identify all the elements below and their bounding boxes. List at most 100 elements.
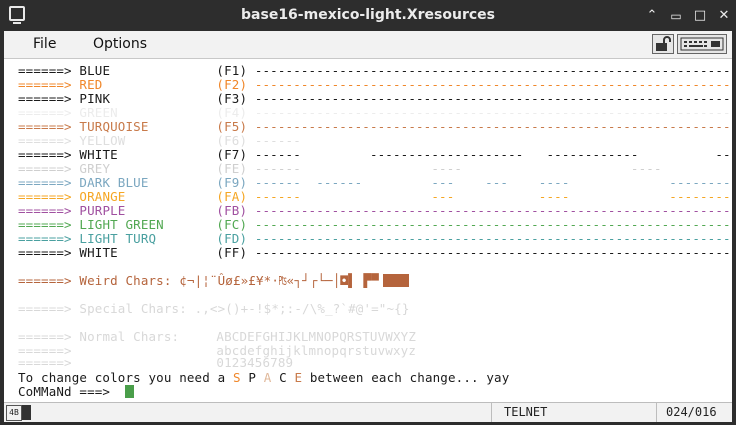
color-row-arrow: ======> — [18, 147, 72, 162]
text-cursor — [125, 385, 135, 398]
color-row-red: ======> RED (F2) ------------------------… — [18, 78, 732, 92]
color-row-arrow: ======> — [18, 77, 72, 92]
hint-prefix: To change colors you need a — [18, 370, 226, 385]
color-row-arrow: ======> — [18, 63, 72, 78]
normal-chars-arrow: ======> — [18, 355, 72, 370]
color-row-name: DARK BLUE — [79, 175, 149, 190]
color-row-dashes: ----------------------------------------… — [254, 217, 732, 232]
window-title: base16-mexico-light.Xresources — [241, 7, 495, 23]
color-row-dark-blue: ======> DARK BLUE (F9) ------ ------ --- … — [18, 176, 732, 190]
color-row-dashes: ------ ------ --- --- ---- ------------ — [254, 175, 732, 190]
color-row-code: (FB) — [216, 203, 248, 218]
color-row-dashes: ----------------------------------------… — [254, 203, 732, 218]
color-row-code: (F7) — [216, 147, 248, 162]
color-row-code: (F3) — [216, 91, 248, 106]
color-row-dashes: ----------------------------------------… — [254, 77, 732, 92]
color-row-white: ======> WHITE (F7) ------ ---------------… — [18, 148, 732, 162]
hint-letter-s: S — [232, 370, 241, 385]
weird-chars-block — [382, 274, 409, 287]
hint-letter-c: C — [279, 370, 287, 385]
color-row-arrow: ======> — [18, 161, 72, 176]
restore-icon[interactable]: ▭ — [668, 8, 684, 24]
color-row-purple: ======> PURPLE (FB) ---------------------… — [18, 204, 732, 218]
terminal-screen[interactable]: ======> BLUE (F1) -----------------------… — [4, 59, 732, 402]
color-row-arrow: ======> — [18, 175, 72, 190]
color-row-name: LIGHT GREEN — [79, 217, 164, 232]
color-row-code: (FC) — [216, 217, 248, 232]
color-row-green: ======> GREEN (F4) ----------------------… — [18, 106, 732, 120]
special-chars-row: ======> Special Chars: .,<>()+-!$*;:-/\%… — [18, 302, 410, 316]
special-chars-text: .,<>()+-!$*;:-/\%_?`#@'="~{} — [194, 301, 410, 316]
hint-letter-a: A — [263, 370, 272, 385]
color-row-white-ff: ======> WHITE (FF) ----------------------… — [18, 246, 732, 260]
normal-chars-arrow: ======> — [18, 329, 72, 344]
menu-options[interactable]: Options — [93, 36, 147, 52]
color-row-code: (FA) — [216, 189, 248, 204]
status-divider — [656, 403, 657, 422]
color-row-code: (FF) — [216, 245, 248, 260]
color-row-dashes: ----------------------------------------… — [254, 105, 732, 120]
color-row-code: (F9) — [216, 175, 248, 190]
color-row-blue: ======> BLUE (F1) -----------------------… — [18, 64, 732, 78]
special-chars-arrow: ======> — [18, 301, 72, 316]
color-row-arrow: ======> — [18, 105, 72, 120]
command-line[interactable]: CoMMaNd ===> — [18, 385, 135, 399]
lock-icon[interactable] — [652, 34, 674, 54]
color-row-light-turq: ======> LIGHT TURQ (FD) -----------------… — [18, 232, 732, 246]
color-row-code: (FD) — [216, 231, 248, 246]
color-row-name: GREEN — [79, 105, 118, 120]
color-row-code: (FE) — [216, 161, 248, 176]
color-row-arrow: ======> — [18, 133, 72, 148]
normal-chars-digits: 0123456789 — [216, 355, 294, 370]
normal-chars-row: ======> Normal Chars: ABCDEFGHIJKLMNOPQRS… — [18, 330, 416, 344]
color-row-dashes: ----------------------------------------… — [254, 245, 732, 260]
color-row-name: PINK — [79, 91, 111, 106]
color-row-arrow: ======> — [18, 231, 72, 246]
weird-chars-text: ¢¬|¦¨Ûø£»£¥*·₧«┐┘┌└─│◘▌ ▛▀ — [179, 273, 379, 288]
color-row-light-green: ======> LIGHT GREEN (FC) ----------------… — [18, 218, 732, 232]
status-position: 024/016 — [666, 405, 717, 419]
color-row-code: (F1) — [216, 63, 248, 78]
color-row-arrow: ======> — [18, 245, 72, 260]
color-row-name: TURQUOISE — [79, 119, 149, 134]
normal-chars-digits-row: ======> 0123456789 — [18, 356, 293, 370]
color-row-name: WHITE — [79, 147, 118, 162]
hint-suffix: between each change... yay — [309, 370, 510, 385]
color-row-pink: ======> PINK (F3) -----------------------… — [18, 92, 732, 106]
color-row-name: BLUE — [79, 63, 111, 78]
color-row-dashes: ----------------------------------------… — [254, 63, 732, 78]
title-bar[interactable]: base16-mexico-light.Xresources ⌃ ▭ □ ✕ — [0, 0, 736, 31]
special-chars-label: Special Chars: — [79, 301, 187, 316]
normal-chars-label: Normal Chars: — [79, 329, 180, 344]
color-row-arrow: ======> — [18, 189, 72, 204]
color-row-orange: ======> ORANGE (FA) ------ --- ---- -----… — [18, 190, 732, 204]
color-row-dashes: ------ -------------------- ------------… — [254, 147, 732, 162]
color-row-code: (F6) — [216, 133, 248, 148]
application-window: base16-mexico-light.Xresources ⌃ ▭ □ ✕ F… — [0, 0, 736, 425]
color-row-arrow: ======> — [18, 203, 72, 218]
color-row-name: RED — [79, 77, 103, 92]
keyboard-icon[interactable] — [677, 34, 727, 54]
close-icon[interactable]: ✕ — [716, 8, 732, 24]
status-cursor-block — [22, 405, 31, 420]
maximize-icon[interactable]: □ — [692, 8, 708, 24]
color-row-dashes: ----------------------------------------… — [254, 91, 732, 106]
weird-chars-arrow: ======> — [18, 273, 72, 288]
color-row-arrow: ======> — [18, 119, 72, 134]
color-row-dashes: ----------------------------------------… — [254, 119, 732, 134]
color-row-grey: ======> GREY (FE) ------ ---- ---- ------… — [18, 162, 732, 176]
minimize-icon[interactable]: ⌃ — [644, 8, 660, 24]
menu-bar: File Options — [4, 31, 732, 59]
normal-chars-upper: ABCDEFGHIJKLMNOPQRSTUVWXYZ — [216, 329, 416, 344]
color-row-yellow: ======> YELLOW (F6) ------ --- — [18, 134, 732, 148]
keyboard-state-icon: 4B — [6, 405, 22, 421]
hint-letter-e: E — [294, 370, 303, 385]
color-row-code: (F2) — [216, 77, 248, 92]
status-bar: 4B TELNET 024/016 — [4, 402, 732, 422]
menu-file[interactable]: File — [33, 36, 56, 52]
color-row-turquoise: ======> TURQUOISE (F5) ------------------… — [18, 120, 732, 134]
color-row-name: ORANGE — [79, 189, 126, 204]
weird-chars-label: Weird Chars: — [79, 273, 172, 288]
hint-line: To change colors you need a S P A C E be… — [18, 371, 509, 385]
status-divider — [491, 403, 492, 422]
